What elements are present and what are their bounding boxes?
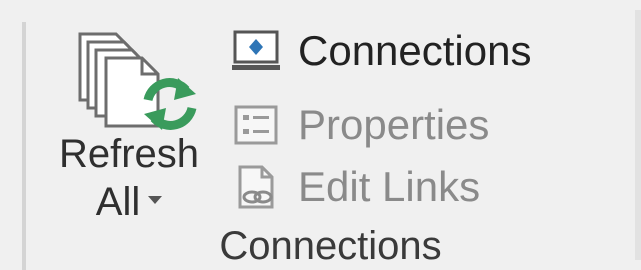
refresh-all-label-line2: All bbox=[95, 180, 141, 224]
connections-button[interactable]: Connections bbox=[232, 22, 531, 80]
properties-button[interactable]: Properties bbox=[232, 96, 489, 154]
refresh-all-label-line2-wrap: All bbox=[40, 178, 218, 226]
chevron-down-icon[interactable] bbox=[148, 196, 163, 205]
connections-button-label: Connections bbox=[298, 27, 532, 74]
connections-icon bbox=[232, 30, 280, 70]
refresh-all-label: Refresh All bbox=[40, 130, 218, 226]
connections-ribbon-group: Refresh All Connections Properties Edit … bbox=[0, 0, 641, 270]
group-label: Connections bbox=[219, 224, 442, 268]
edit-links-icon bbox=[238, 165, 274, 209]
edit-links-button-label: Edit Links bbox=[298, 163, 481, 210]
properties-icon bbox=[234, 105, 278, 145]
refresh-all-label-line1: Refresh bbox=[58, 132, 200, 176]
properties-button-label: Properties bbox=[298, 101, 490, 148]
refresh-all-icon bbox=[78, 32, 197, 130]
edit-links-button[interactable]: Edit Links bbox=[232, 158, 480, 216]
refresh-all-button[interactable]: Refresh All bbox=[40, 24, 218, 224]
